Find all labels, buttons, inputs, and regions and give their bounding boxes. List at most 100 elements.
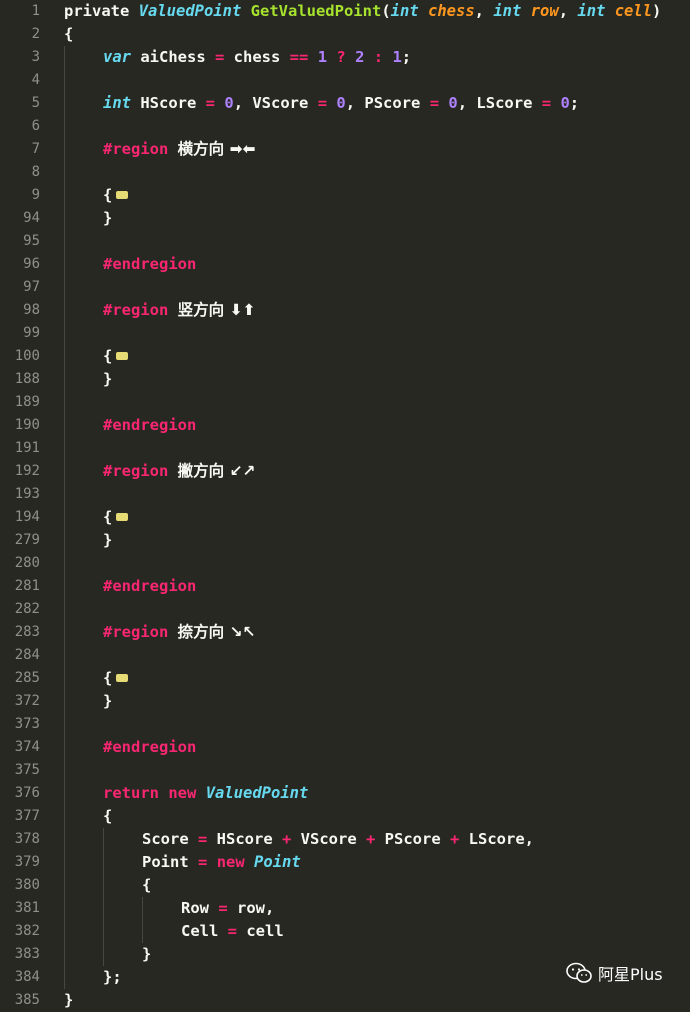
code-token: PScore: [375, 830, 450, 848]
code-line[interactable]: 378 Score = HScore + VScore + PScore + LS…: [0, 828, 690, 851]
line-number: 190: [14, 417, 40, 433]
code-token: #region: [103, 462, 169, 480]
code-line[interactable]: 376 return new ValuedPoint: [0, 782, 690, 805]
code-token: var: [103, 48, 131, 66]
indent-guide: [103, 874, 104, 897]
indent-guide: [103, 943, 104, 966]
indent-guide: [64, 92, 65, 115]
code-text: #endregion: [103, 736, 196, 759]
line-number: 97: [23, 279, 40, 295]
code-line[interactable]: 372}: [0, 690, 690, 713]
code-line[interactable]: 97: [0, 276, 690, 299]
code-line[interactable]: 4: [0, 69, 690, 92]
code-token: {: [103, 807, 113, 825]
line-number: 1: [31, 3, 40, 19]
code-token: 0: [336, 94, 346, 112]
code-line[interactable]: 284: [0, 644, 690, 667]
code-line[interactable]: 95: [0, 230, 690, 253]
indent-guide: [64, 322, 65, 345]
code-line[interactable]: 98 #region 竖方向 ⬇⬆: [0, 299, 690, 322]
line-number: 376: [14, 785, 40, 801]
code-line[interactable]: 377 {: [0, 805, 690, 828]
line-number: 188: [14, 371, 40, 387]
line-number: 9: [31, 187, 40, 203]
code-line[interactable]: 6: [0, 115, 690, 138]
code-text: Cell = cell: [181, 920, 284, 943]
indent-guide: [64, 874, 65, 897]
code-line[interactable]: 191: [0, 437, 690, 460]
code-text: #region 捺方向 ↘↖: [103, 621, 256, 644]
code-line[interactable]: 190 #endregion: [0, 414, 690, 437]
code-line[interactable]: 8: [0, 161, 690, 184]
code-line[interactable]: 282: [0, 598, 690, 621]
code-line[interactable]: 7 #region 横方向 ➡⬅: [0, 138, 690, 161]
code-token: 1: [392, 48, 402, 66]
code-line[interactable]: 280: [0, 552, 690, 575]
code-line[interactable]: 381 Row = row,: [0, 897, 690, 920]
code-line[interactable]: 188}: [0, 368, 690, 391]
code-line[interactable]: 192 #region 撇方向 ↙↗: [0, 460, 690, 483]
code-line[interactable]: 374 #endregion: [0, 736, 690, 759]
code-line[interactable]: 385}: [0, 989, 690, 1012]
code-line[interactable]: 380 {: [0, 874, 690, 897]
code-line[interactable]: 283 #region 捺方向 ↘↖: [0, 621, 690, 644]
line-number: 6: [31, 118, 40, 134]
indent-guide: [64, 920, 65, 943]
line-number: 378: [14, 831, 40, 847]
code-token: ;: [401, 48, 412, 66]
line-number: 5: [31, 95, 40, 111]
indent-guide: [64, 736, 65, 759]
line-number: 377: [14, 808, 40, 824]
fold-marker-icon[interactable]: [116, 185, 129, 199]
code-token: {: [103, 508, 113, 526]
code-line[interactable]: 281 #endregion: [0, 575, 690, 598]
fold-marker-icon[interactable]: [116, 507, 129, 521]
fold-marker-icon[interactable]: [116, 668, 129, 682]
code-editor[interactable]: 1 private ValuedPoint GetValuedPoint(int …: [0, 0, 690, 1009]
line-number: 281: [14, 578, 40, 594]
line-number: 189: [14, 394, 40, 410]
code-line[interactable]: 379 Point = new Point: [0, 851, 690, 874]
code-token: }: [64, 991, 74, 1009]
code-token: , VScore: [233, 94, 318, 112]
code-line[interactable]: 285 {: [0, 667, 690, 690]
code-line[interactable]: 194 {: [0, 506, 690, 529]
code-line[interactable]: 2{: [0, 23, 690, 46]
indent-guide: [64, 667, 65, 690]
code-line[interactable]: 9{: [0, 184, 690, 207]
code-line[interactable]: 279}: [0, 529, 690, 552]
code-line[interactable]: 100 {: [0, 345, 690, 368]
indent-guide: [64, 368, 65, 391]
code-line[interactable]: 96 #endregion: [0, 253, 690, 276]
line-number: 284: [14, 647, 40, 663]
code-text: return new ValuedPoint: [103, 782, 308, 805]
code-line[interactable]: 3 var aiChess = chess == 1 ? 2 : 1;: [0, 46, 690, 69]
code-token: 2: [355, 48, 365, 66]
code-line[interactable]: 382 Cell = cell: [0, 920, 690, 943]
code-line[interactable]: 5 int HScore = 0, VScore = 0, PScore = 0,…: [0, 92, 690, 115]
code-token: , PScore: [345, 94, 430, 112]
indent-guide: [64, 391, 65, 414]
line-number: 4: [31, 72, 40, 88]
line-number: 372: [14, 693, 40, 709]
code-line[interactable]: 375: [0, 759, 690, 782]
code-line[interactable]: 94}: [0, 207, 690, 230]
fold-marker-icon[interactable]: [116, 346, 129, 360]
indent-guide: [64, 69, 65, 92]
code-token: {: [64, 25, 74, 43]
indent-guide: [64, 713, 65, 736]
code-token: aiChess: [131, 48, 215, 66]
code-token: +: [450, 830, 460, 848]
code-token: Cell: [181, 922, 228, 940]
code-line[interactable]: 189: [0, 391, 690, 414]
code-line[interactable]: 99: [0, 322, 690, 345]
code-token: 捺方向 ↘↖: [177, 623, 256, 641]
indent-guide: [64, 230, 65, 253]
indent-guide: [64, 644, 65, 667]
indent-guide: [64, 805, 65, 828]
code-line[interactable]: 1 private ValuedPoint GetValuedPoint(int …: [0, 0, 690, 23]
code-line[interactable]: 193: [0, 483, 690, 506]
code-line[interactable]: 373: [0, 713, 690, 736]
